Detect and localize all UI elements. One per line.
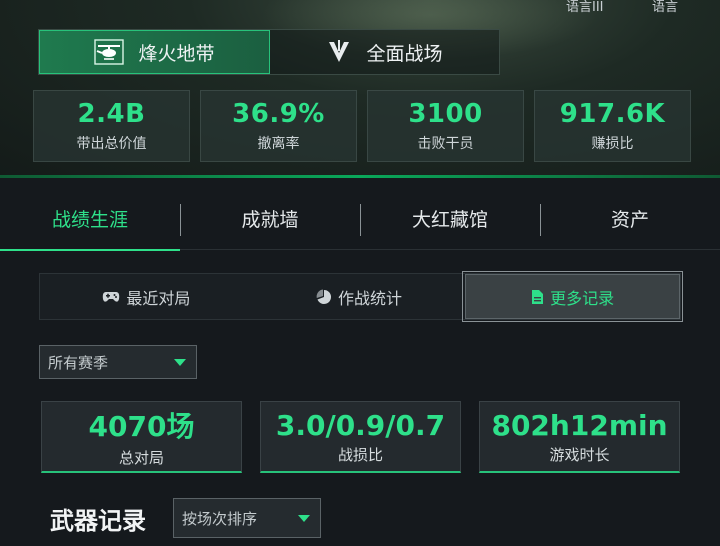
mode-tab-extraction[interactable]: 烽火地带 [39,30,270,74]
summary-value: 802h12min [491,408,668,442]
mode-tab-extraction-label: 烽火地带 [138,42,215,65]
summary-label: 总对局 [118,449,164,467]
hero-banner: 语言III 语言 烽火地带 全面战场 2.4B 带出总价值 36.9% 撤离率 … [0,0,720,178]
tab-collection[interactable]: 大红藏馆 [360,190,540,250]
stat-label: 赚损比 [591,136,634,152]
season-filter-value: 所有赛季 [48,353,109,372]
mode-switch: 烽火地带 全面战场 [38,29,500,75]
subtab-combat-stats[interactable]: 作战统计 [253,274,466,319]
delta-emblem-icon [326,39,352,65]
subtab-recent-matches[interactable]: 最近对局 [40,274,253,319]
helicopter-icon [94,39,125,65]
sub-tab-bar: 最近对局 作战统计 更多记录 [39,271,684,322]
stat-card-profit-ratio: 917.6K 赚损比 [534,90,691,162]
subtab-recent-label: 最近对局 [126,288,191,308]
weapon-records-title: 武器记录 [50,507,146,535]
summary-card-playtime: 802h12min 游戏时长 [479,401,680,473]
stat-label: 击败干员 [417,136,474,152]
summary-card-matches: 4070场 总对局 [41,401,242,473]
mode-tab-warfare-label: 全面战场 [366,42,443,65]
stat-value: 36.9% [232,99,325,129]
summary-label: 战损比 [337,445,383,464]
tab-assets[interactable]: 资产 [540,190,720,250]
subtab-combat-label: 作战统计 [338,288,403,308]
season-filter-dropdown[interactable]: 所有赛季 [39,345,197,379]
chevron-down-icon [298,514,310,522]
mode-tab-warfare[interactable]: 全面战场 [270,30,499,74]
subtab-more-records[interactable]: 更多记录 [462,271,684,322]
tab-achievements[interactable]: 成就墙 [180,190,360,250]
stat-card-total-value: 2.4B 带出总价值 [33,90,190,162]
summary-label: 游戏时长 [549,445,610,464]
hero-stats: 2.4B 带出总价值 36.9% 撤离率 3100 击败干员 917.6K 赚损… [33,90,691,162]
stat-label: 带出总价值 [76,136,147,152]
summary-card-kda: 3.0/0.9/0.7 战损比 [260,401,461,473]
stat-label: 撤离率 [257,136,300,152]
gamepad-icon [102,290,120,304]
subtab-more-label: 更多记录 [550,288,615,308]
main-tab-bar: 战绩生涯 成就墙 大红藏馆 资产 [0,190,720,251]
sort-dropdown[interactable]: 按场次排序 [173,498,321,538]
stat-value: 3100 [408,99,483,129]
stat-value: 917.6K [559,99,666,129]
chevron-down-icon [174,358,186,366]
stat-card-extract-rate: 36.9% 撤离率 [200,90,357,162]
stat-card-kills: 3100 击败干员 [367,90,524,162]
summary-stats: 4070场 总对局 3.0/0.9/0.7 战损比 802h12min 游戏时长 [41,401,680,473]
pie-chart-icon [316,289,332,305]
document-icon [531,289,544,305]
summary-value: 4070场 [88,410,195,443]
summary-value: 3.0/0.9/0.7 [275,408,446,442]
top-cut-text-right: 语言 [652,0,679,15]
top-cut-text-left: 语言III [566,0,604,15]
sort-value: 按场次排序 [182,509,258,528]
stat-value: 2.4B [77,99,146,129]
tab-career[interactable]: 战绩生涯 [0,190,180,251]
